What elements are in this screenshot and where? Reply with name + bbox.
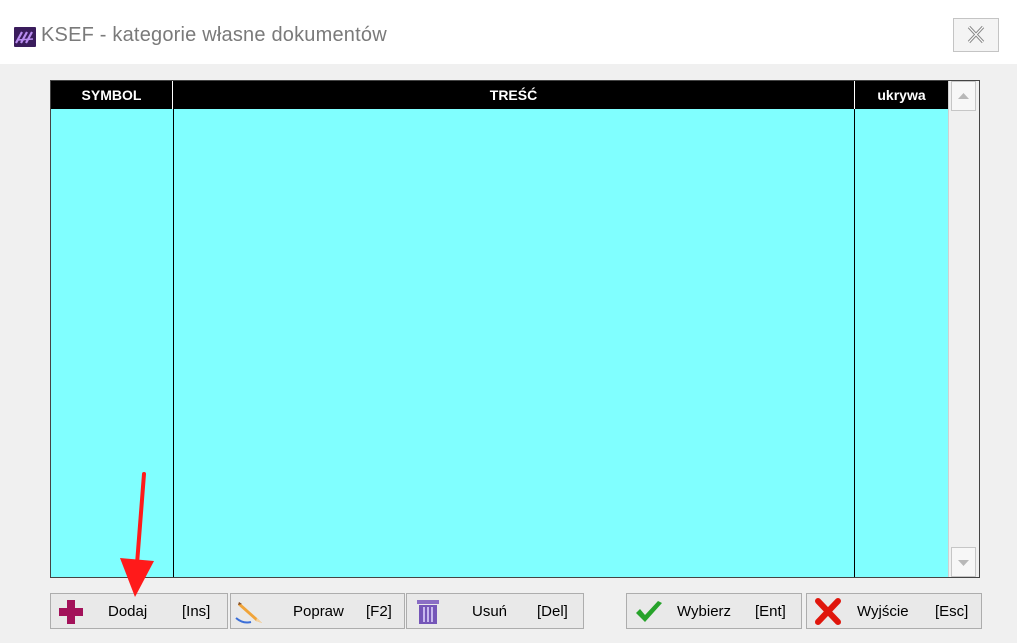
delete-button[interactable]: Usuń [Del] [406,593,584,629]
edit-button-label: Popraw [293,603,344,620]
select-button-label: Wybierz [677,603,732,620]
delete-button-label: Usuń [472,603,508,620]
dialog-window: KSEF - kategorie własne dokumentów SYMBO… [0,0,1017,643]
scroll-up-button[interactable] [951,81,976,111]
select-button-shortcut: [Ent] [755,603,786,620]
add-button-shortcut: [Ins] [182,603,211,620]
scroll-up-arrow-icon [952,93,975,114]
checkmark-icon [633,598,665,630]
close-button[interactable] [953,18,999,52]
app-logo-icon [14,27,36,47]
exit-button[interactable]: Wyjście [Esc] [806,593,982,629]
title-bar: KSEF - kategorie własne dokumentów [0,0,1017,64]
scroll-down-arrow-icon [952,560,975,580]
table-header: SYMBOL TREŚĆ ukrywa [51,81,948,109]
close-icon [954,25,998,55]
exit-button-shortcut: [Esc] [935,603,969,620]
delete-button-shortcut: [Del] [537,603,568,620]
pencil-icon [235,598,267,630]
window-title: KSEF - kategorie własne dokumentów [41,24,387,46]
categories-table[interactable]: SYMBOL TREŚĆ ukrywa [50,80,980,578]
vertical-scrollbar[interactable] [948,81,979,577]
column-ukrywa[interactable] [854,109,948,577]
scroll-down-button[interactable] [951,547,976,577]
edit-button[interactable]: Popraw [F2] [230,593,405,629]
red-arrow-icon [110,472,170,607]
edit-button-shortcut: [F2] [366,603,392,620]
trash-icon [415,598,441,630]
x-mark-icon [813,598,843,630]
exit-button-label: Wyjście [857,603,909,620]
column-header-symbol[interactable]: SYMBOL [51,81,173,109]
column-header-tresc[interactable]: TREŚĆ [173,81,854,109]
column-header-ukrywa[interactable]: ukrywa [854,81,948,109]
select-button[interactable]: Wybierz [Ent] [626,593,802,629]
column-tresc[interactable] [174,109,854,577]
plus-icon [57,598,85,630]
